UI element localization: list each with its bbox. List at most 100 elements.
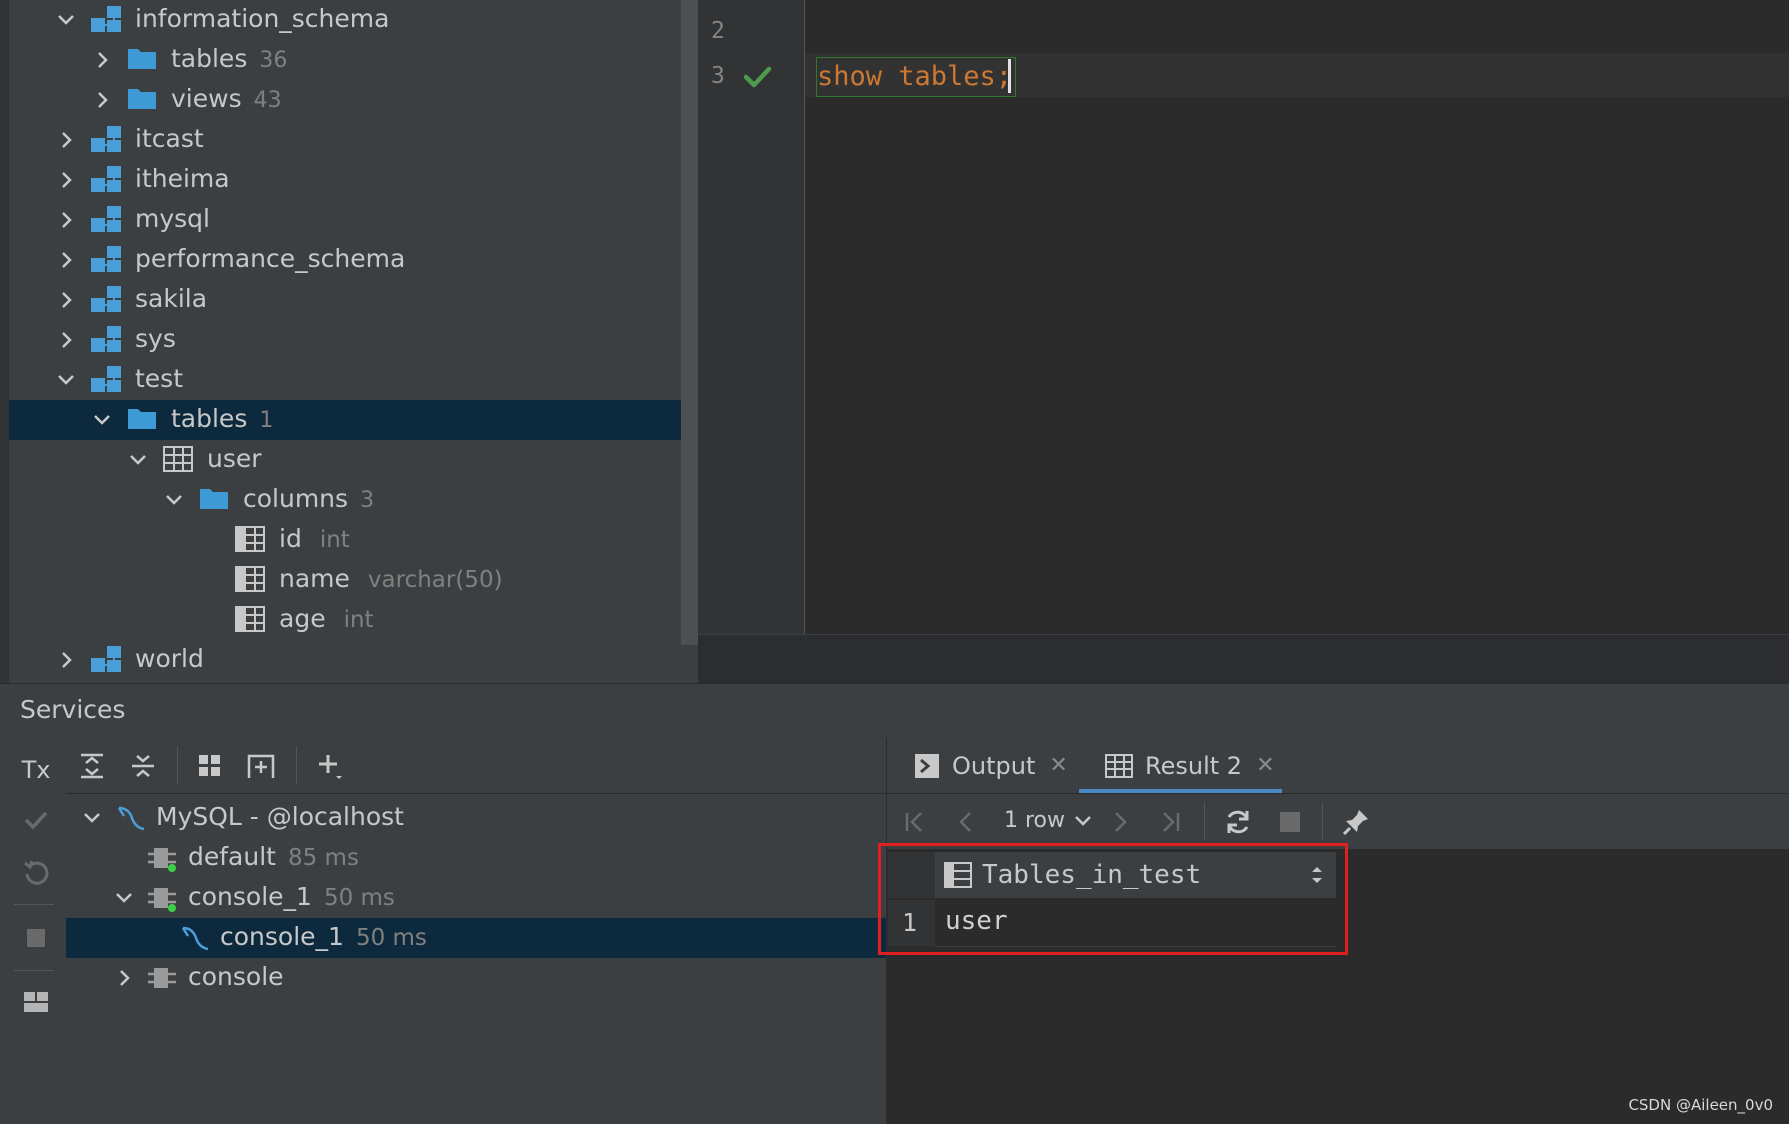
chevron-down-icon[interactable] bbox=[54, 368, 78, 392]
chevron-right-icon[interactable] bbox=[90, 48, 114, 72]
tree-item-information-schema[interactable]: information_schema bbox=[9, 0, 689, 40]
tree-item-age[interactable]: age int bbox=[9, 600, 689, 640]
tree-item-user[interactable]: user bbox=[9, 440, 689, 480]
chevron-right-icon[interactable] bbox=[112, 966, 136, 990]
layout-icon[interactable] bbox=[16, 982, 56, 1022]
chevron-down-icon bbox=[1075, 815, 1091, 826]
services-toolbar bbox=[66, 738, 886, 794]
column-icon bbox=[235, 606, 265, 634]
duration: 50 ms bbox=[323, 885, 395, 911]
service-item-console[interactable]: console bbox=[66, 958, 886, 998]
chevron-down-icon[interactable] bbox=[112, 886, 136, 910]
tree-item-mysql[interactable]: mysql bbox=[9, 200, 689, 240]
schema-icon bbox=[91, 646, 121, 674]
pin-icon[interactable] bbox=[1336, 802, 1376, 842]
previous-page-icon[interactable] bbox=[946, 802, 986, 842]
chevron-right-icon[interactable] bbox=[54, 648, 78, 672]
column-type: varchar(50) bbox=[367, 567, 503, 593]
tree-item-itheima[interactable]: itheima bbox=[9, 160, 689, 200]
group-icon[interactable] bbox=[190, 746, 230, 786]
service-label: MySQL - @localhost bbox=[156, 802, 404, 831]
close-icon[interactable]: ✕ bbox=[1256, 753, 1274, 778]
chevron-down-icon[interactable] bbox=[90, 408, 114, 432]
service-name: MySQL - @localhost bbox=[156, 802, 404, 831]
chevron-right-icon[interactable] bbox=[54, 128, 78, 152]
chevron-right-icon[interactable] bbox=[90, 88, 114, 112]
rollback-icon[interactable] bbox=[16, 852, 56, 892]
tree-item-label: name varchar(50) bbox=[279, 564, 503, 593]
service-label: console_1 50 ms bbox=[188, 882, 395, 911]
tree-scrollbar[interactable] bbox=[681, 0, 698, 645]
schema-icon bbox=[91, 286, 121, 314]
tree-item-label: tables 36 bbox=[171, 44, 287, 73]
editor-status-area bbox=[698, 634, 1789, 684]
tree-item-name[interactable]: name varchar(50) bbox=[9, 560, 689, 600]
tree-item-tables[interactable]: tables 1 bbox=[9, 400, 689, 440]
tab-result-2[interactable]: Result 2 ✕ bbox=[1105, 738, 1275, 793]
mysql-icon bbox=[180, 924, 210, 952]
commit-icon[interactable] bbox=[16, 800, 56, 840]
tree-item-name: tables bbox=[171, 404, 248, 433]
next-page-icon[interactable] bbox=[1100, 802, 1140, 842]
service-item-default[interactable]: default 85 ms bbox=[66, 838, 886, 878]
tree-item-label: test bbox=[135, 364, 183, 393]
tree-item-id[interactable]: id int bbox=[9, 520, 689, 560]
close-icon[interactable]: ✕ bbox=[1049, 753, 1067, 778]
tree-item-tables[interactable]: tables 36 bbox=[9, 40, 689, 80]
tree-item-label: performance_schema bbox=[135, 244, 405, 273]
item-count: 3 bbox=[360, 488, 375, 513]
toolbar-divider bbox=[1322, 802, 1323, 840]
tree-item-label: user bbox=[207, 444, 262, 473]
tree-item-label: sys bbox=[135, 324, 176, 353]
chevron-down-icon[interactable] bbox=[80, 806, 104, 830]
tree-item-test[interactable]: test bbox=[9, 360, 689, 400]
add-service-icon[interactable] bbox=[242, 746, 282, 786]
first-page-icon[interactable] bbox=[895, 802, 935, 842]
tree-item-world[interactable]: world bbox=[9, 640, 689, 680]
schema-icon bbox=[91, 326, 121, 354]
tree-item-sys[interactable]: sys bbox=[9, 320, 689, 360]
service-item-console-1[interactable]: console_1 50 ms bbox=[66, 878, 886, 918]
tree-item-name: age bbox=[279, 604, 326, 633]
chevron-down-icon[interactable] bbox=[126, 448, 150, 472]
chevron-right-icon[interactable] bbox=[54, 168, 78, 192]
folder-icon bbox=[127, 406, 157, 434]
stop-icon[interactable] bbox=[16, 918, 56, 958]
last-page-icon[interactable] bbox=[1150, 802, 1190, 842]
mysql-icon bbox=[116, 804, 146, 832]
chevron-right-icon[interactable] bbox=[54, 208, 78, 232]
schema-icon bbox=[91, 366, 121, 394]
chevron-down-icon[interactable] bbox=[54, 8, 78, 32]
tree-item-label: tables 1 bbox=[171, 404, 273, 433]
tree-item-name: information_schema bbox=[135, 4, 390, 33]
service-label: console bbox=[188, 962, 284, 991]
refresh-icon[interactable] bbox=[1218, 802, 1258, 842]
expand-all-icon[interactable] bbox=[72, 746, 112, 786]
schema-icon bbox=[91, 126, 121, 154]
row-count-selector[interactable]: 1 row bbox=[1004, 808, 1092, 833]
tree-item-views[interactable]: views 43 bbox=[9, 80, 689, 120]
schema-icon bbox=[91, 6, 121, 34]
tree-item-name: test bbox=[135, 364, 184, 393]
session-icon bbox=[148, 964, 178, 992]
watermark: CSDN @Aileen_0v0 bbox=[1628, 1096, 1773, 1114]
transaction-mode-button[interactable]: Tx bbox=[16, 750, 56, 790]
stop-icon[interactable] bbox=[1270, 802, 1310, 842]
tab-output[interactable]: Output ✕ bbox=[914, 738, 1068, 793]
service-item-mysql-localhost[interactable]: MySQL - @localhost bbox=[66, 798, 886, 838]
tree-item-performance-schema[interactable]: performance_schema bbox=[9, 240, 689, 280]
sql-statement[interactable]: show tables; bbox=[816, 57, 1017, 97]
services-title: Services bbox=[20, 695, 126, 724]
chevron-right-icon[interactable] bbox=[54, 328, 78, 352]
add-icon[interactable] bbox=[310, 746, 350, 786]
tree-item-label: itcast bbox=[135, 124, 204, 153]
chevron-right-icon[interactable] bbox=[54, 288, 78, 312]
tree-item-columns[interactable]: columns 3 bbox=[9, 480, 689, 520]
sql-editor[interactable] bbox=[698, 0, 1789, 683]
chevron-down-icon[interactable] bbox=[162, 488, 186, 512]
tree-item-itcast[interactable]: itcast bbox=[9, 120, 689, 160]
collapse-all-icon[interactable] bbox=[123, 746, 163, 786]
tree-item-sakila[interactable]: sakila bbox=[9, 280, 689, 320]
chevron-right-icon[interactable] bbox=[54, 248, 78, 272]
service-item-console-1[interactable]: console_1 50 ms bbox=[66, 918, 886, 958]
